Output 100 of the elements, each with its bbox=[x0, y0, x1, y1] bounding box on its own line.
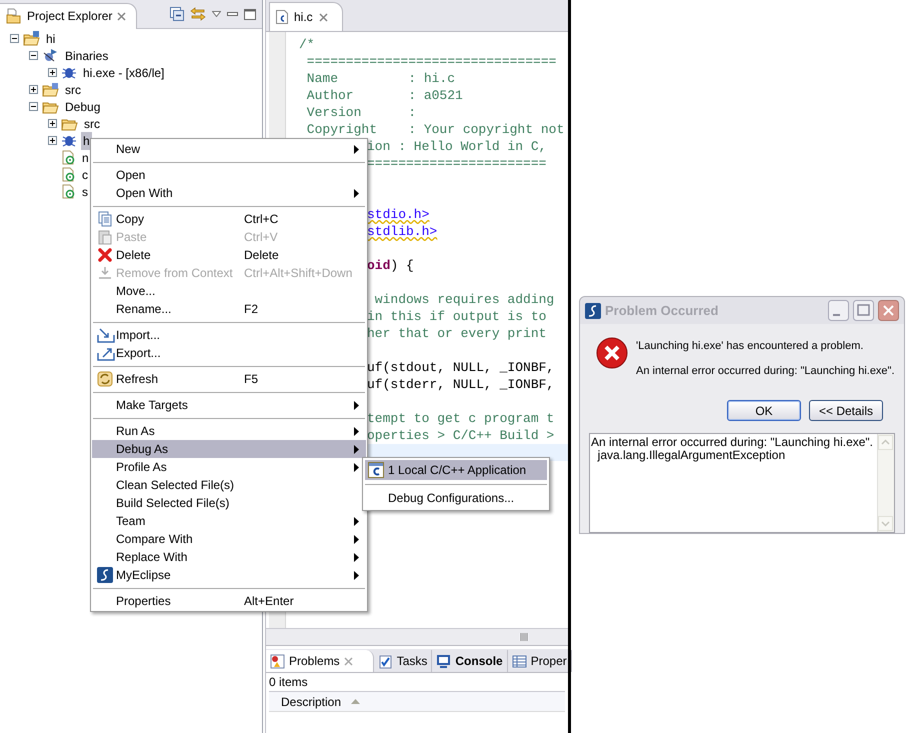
horizontal-scrollbar[interactable] bbox=[266, 628, 568, 645]
maximize-icon[interactable] bbox=[244, 8, 256, 20]
source-folder-icon bbox=[42, 82, 59, 97]
menu-item[interactable]: Open bbox=[92, 166, 366, 184]
tree-item[interactable]: c bbox=[80, 166, 90, 184]
menu-item[interactable]: Make Targets bbox=[92, 396, 366, 414]
menu-item[interactable]: Clean Selected File(s) bbox=[92, 476, 366, 494]
tree-item[interactable]: Binaries bbox=[63, 46, 110, 64]
menu-item[interactable]: Move... bbox=[92, 282, 366, 300]
menu-item[interactable]: Replace With bbox=[92, 548, 366, 566]
expand-icon[interactable] bbox=[29, 85, 38, 94]
shortcut-label: F5 bbox=[244, 371, 258, 388]
panel-tab[interactable]: Problems bbox=[266, 650, 374, 672]
menu-item[interactable]: Rename... F2 bbox=[92, 300, 366, 318]
refresh-icon bbox=[97, 371, 113, 387]
code-line: Copyright : Your copyright not bbox=[306, 122, 564, 137]
link-arrows-icon[interactable] bbox=[190, 7, 206, 21]
panel-tab[interactable]: Console bbox=[432, 650, 508, 672]
code-line: ion : Hello World in C, bbox=[367, 139, 546, 154]
code-line: operties > C/C++ Build > bbox=[367, 428, 554, 443]
shortcut-label: Alt+Enter bbox=[244, 593, 294, 610]
minimize-icon[interactable] bbox=[828, 300, 849, 321]
menu-item[interactable]: 1 Local C/C++ Application bbox=[365, 460, 547, 480]
paste-icon bbox=[97, 229, 113, 245]
expand-icon[interactable] bbox=[48, 68, 57, 77]
code-line: oid) { bbox=[367, 258, 414, 273]
problems-icon bbox=[270, 654, 285, 668]
menu-item[interactable]: Properties Alt+Enter bbox=[92, 592, 366, 610]
close-icon[interactable] bbox=[878, 300, 899, 321]
tree-item[interactable]: hi.exe - [x86/le] bbox=[81, 64, 166, 82]
file-icon bbox=[61, 167, 76, 182]
code-line: stdio.h> bbox=[367, 207, 430, 222]
collapse-icon[interactable] bbox=[10, 34, 19, 43]
close-icon[interactable] bbox=[344, 656, 353, 666]
tree-item[interactable]: src bbox=[82, 114, 102, 132]
menu-item[interactable]: Run As bbox=[92, 422, 366, 440]
error-icon bbox=[596, 337, 628, 369]
bug-icon bbox=[61, 133, 77, 148]
menu-item[interactable]: Delete Delete bbox=[92, 246, 366, 264]
editor-tab[interactable]: hi.c bbox=[269, 2, 343, 31]
tree-item[interactable]: n bbox=[80, 148, 91, 166]
monitor-icon bbox=[436, 654, 452, 668]
view-menu-icon[interactable] bbox=[212, 11, 221, 17]
submenu-arrow-icon bbox=[354, 144, 359, 154]
bug-icon bbox=[61, 65, 77, 80]
menu-item[interactable]: Team bbox=[92, 512, 366, 530]
code-line: tempt to get c program t bbox=[367, 411, 554, 426]
code-line: ======================= bbox=[367, 156, 546, 171]
menu-item[interactable]: Open With bbox=[92, 184, 366, 202]
close-icon[interactable] bbox=[117, 12, 126, 20]
menu-item[interactable]: Import... bbox=[92, 326, 366, 344]
view-tab[interactable]: Project Explorer bbox=[0, 2, 138, 28]
item-count: 0 items bbox=[268, 674, 309, 691]
menu-item[interactable]: New bbox=[92, 140, 366, 158]
c-file-icon bbox=[276, 10, 288, 24]
expand-icon[interactable] bbox=[48, 119, 57, 128]
code-line: windows requires adding bbox=[374, 292, 554, 307]
delete-icon bbox=[97, 247, 113, 263]
window-title: Problem Occurred bbox=[605, 302, 718, 320]
menu-item[interactable]: MyEclipse bbox=[92, 566, 366, 584]
expand-icon[interactable] bbox=[48, 136, 57, 145]
collapse-icon[interactable] bbox=[29, 102, 38, 111]
tree-item[interactable]: hi bbox=[44, 30, 58, 48]
details-text: An internal error occurred during: "Launching hi.exe". java.lang.IllegalArgumentException bbox=[590, 434, 874, 464]
menu-item[interactable]: Export... bbox=[92, 344, 366, 362]
code-line: stdlib.h> bbox=[367, 224, 438, 239]
file-icon bbox=[61, 150, 76, 165]
tree-item[interactable]: src bbox=[63, 80, 83, 98]
collapse-all-icon[interactable] bbox=[170, 7, 184, 21]
menu-item[interactable]: Refresh F5 bbox=[92, 370, 366, 388]
close-icon[interactable] bbox=[318, 12, 328, 22]
code-line: uf(stdout, NULL, _IONBF, bbox=[367, 360, 554, 375]
shortcut-label: F2 bbox=[244, 301, 258, 318]
project-folder-icon bbox=[23, 31, 40, 46]
tasks-icon bbox=[378, 654, 393, 668]
menu-item[interactable]: Copy Ctrl+C bbox=[92, 210, 366, 228]
maximize-icon[interactable] bbox=[853, 300, 874, 321]
remove-icon bbox=[97, 265, 113, 281]
error-message: 'Launching hi.exe' has encountered a problem. bbox=[636, 339, 864, 354]
folder-icon bbox=[6, 8, 22, 24]
tree-item[interactable]: s bbox=[80, 182, 90, 200]
code-line: uf(stderr, NULL, _IONBF, bbox=[367, 377, 554, 392]
collapse-icon[interactable] bbox=[29, 51, 38, 60]
menu-item[interactable]: Compare With bbox=[92, 530, 366, 548]
sort-ascending-icon bbox=[351, 699, 360, 704]
panel-tab[interactable]: Tasks bbox=[374, 650, 432, 672]
shortcut-label: Delete bbox=[244, 247, 279, 264]
submenu-arrow-icon bbox=[354, 400, 359, 410]
file-icon bbox=[61, 184, 76, 199]
submenu-arrow-icon bbox=[354, 188, 359, 198]
menu-item[interactable]: Debug Configurations... bbox=[365, 488, 547, 508]
menu-item[interactable]: Debug As bbox=[92, 440, 366, 458]
minimize-icon[interactable] bbox=[227, 12, 238, 16]
menu-item[interactable]: Profile As bbox=[92, 458, 366, 476]
binaries-icon bbox=[42, 48, 59, 63]
dialog-button[interactable]: << Details bbox=[809, 400, 883, 421]
dialog-button[interactable]: OK bbox=[727, 400, 801, 421]
code-line: her that or every print bbox=[367, 326, 546, 341]
menu-item[interactable]: Build Selected File(s) bbox=[92, 494, 366, 512]
tree-item[interactable]: Debug bbox=[63, 98, 102, 116]
